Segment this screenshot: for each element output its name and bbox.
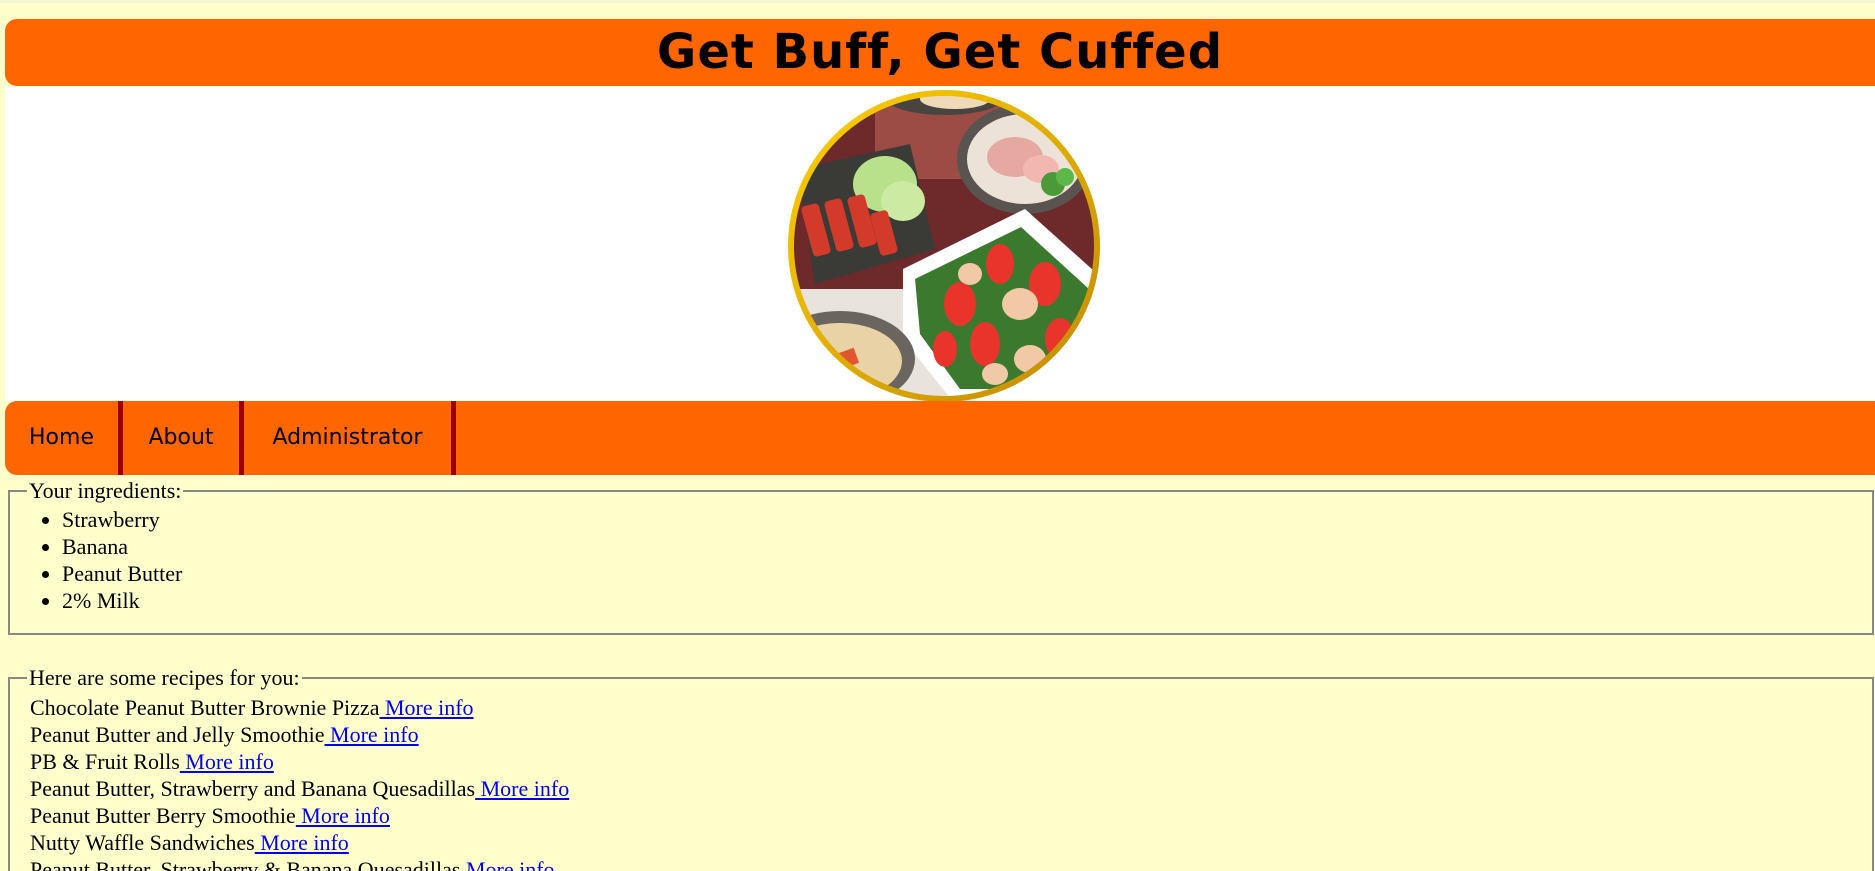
recipe-row: Peanut Butter, Strawberry & Banana Quesa… (30, 856, 1872, 871)
recipe-name: PB & Fruit Rolls (30, 749, 180, 774)
recipe-row: Chocolate Peanut Butter Brownie Pizza Mo… (30, 694, 1872, 721)
more-info-link[interactable]: More info (460, 857, 555, 871)
more-info-link[interactable]: More info (296, 803, 390, 828)
recipe-row: Nutty Waffle Sandwiches More info (30, 829, 1872, 856)
nav-home[interactable]: Home (5, 401, 123, 475)
recipe-name: Peanut Butter, Strawberry & Banana Quesa… (30, 857, 461, 871)
recipe-row: Peanut Butter and Jelly Smoothie More in… (30, 721, 1872, 748)
site-header: Get Buff, Get Cuffed (5, 19, 1875, 86)
more-info-link[interactable]: More info (325, 722, 419, 747)
recipe-name: Nutty Waffle Sandwiches (30, 830, 255, 855)
ingredient-item: Peanut Butter (62, 560, 1872, 587)
recipe-row: PB & Fruit Rolls More info (30, 748, 1872, 775)
recipe-row: Peanut Butter Berry Smoothie More info (30, 802, 1872, 829)
ingredients-list: Strawberry Banana Peanut Butter 2% Milk (30, 506, 1872, 614)
ingredient-item: Strawberry (62, 506, 1872, 533)
more-info-link[interactable]: More info (475, 776, 570, 801)
ingredients-legend: Your ingredients: (29, 478, 182, 503)
recipe-list: Chocolate Peanut Butter Brownie Pizza Mo… (30, 694, 1872, 871)
site-title: Get Buff, Get Cuffed (656, 24, 1224, 80)
nav-about[interactable]: About (123, 401, 244, 475)
more-info-link[interactable]: More info (379, 695, 474, 720)
recipe-name: Peanut Butter Berry Smoothie (30, 803, 296, 828)
recipes-legend: Here are some recipes for you: (29, 665, 300, 690)
ingredient-item: Banana (62, 533, 1872, 560)
main-nav: Home About Administrator (5, 401, 1875, 475)
nav-administrator[interactable]: Administrator (244, 401, 456, 475)
more-info-link[interactable]: More info (255, 830, 349, 855)
recipe-row: Peanut Butter, Strawberry and Banana Que… (30, 775, 1872, 802)
recipe-name: Chocolate Peanut Butter Brownie Pizza (30, 695, 380, 720)
ingredients-fieldset: Your ingredients: Strawberry Banana Pean… (8, 478, 1874, 635)
more-info-link[interactable]: More info (180, 749, 274, 774)
food-plate-image (785, 89, 1103, 404)
recipes-fieldset: Here are some recipes for you: Chocolate… (8, 665, 1874, 871)
banner (5, 86, 1875, 404)
recipe-name: Peanut Butter, Strawberry and Banana Que… (30, 776, 476, 801)
recipe-name: Peanut Butter and Jelly Smoothie (30, 722, 325, 747)
page-frame: Get Buff, Get Cuffed Home About Administ… (0, 0, 1875, 871)
ingredient-item: 2% Milk (62, 587, 1872, 614)
